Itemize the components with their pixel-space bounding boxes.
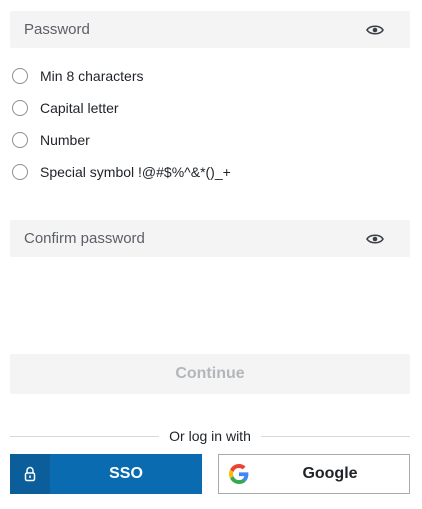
confirm-password-input[interactable]: [24, 220, 366, 257]
requirement-label: Number: [40, 132, 90, 148]
requirement-special-symbol: Special symbol !@#$%^&*()_+: [12, 156, 231, 188]
eye-icon[interactable]: [366, 21, 384, 39]
requirement-min-length: Min 8 characters: [12, 60, 231, 92]
password-requirements: Min 8 characters Capital letter Number S…: [12, 60, 231, 188]
requirement-status-icon: [12, 68, 28, 84]
requirement-capital-letter: Capital letter: [12, 92, 231, 124]
google-label: Google: [302, 465, 358, 482]
requirement-label: Min 8 characters: [40, 68, 144, 84]
password-field[interactable]: [10, 11, 410, 48]
eye-icon[interactable]: [366, 230, 384, 248]
requirement-status-icon: [12, 132, 28, 148]
password-input[interactable]: [24, 11, 366, 48]
requirement-status-icon: [12, 164, 28, 180]
requirement-label: Special symbol !@#$%^&*()_+: [40, 164, 231, 180]
continue-button[interactable]: Continue: [10, 354, 410, 394]
divider-line: [10, 435, 160, 437]
requirement-number: Number: [12, 124, 231, 156]
divider-line: [260, 435, 411, 437]
sso-label: SSO: [109, 465, 143, 482]
lock-icon: [10, 454, 50, 494]
sso-button[interactable]: SSO: [10, 454, 202, 494]
confirm-password-field[interactable]: [10, 220, 410, 257]
divider-text: Or log in with: [169, 428, 251, 444]
google-icon: [219, 455, 259, 493]
requirement-status-icon: [12, 100, 28, 116]
requirement-label: Capital letter: [40, 100, 119, 116]
social-login-divider: Or log in with: [10, 426, 411, 446]
google-button[interactable]: Google: [218, 454, 410, 494]
